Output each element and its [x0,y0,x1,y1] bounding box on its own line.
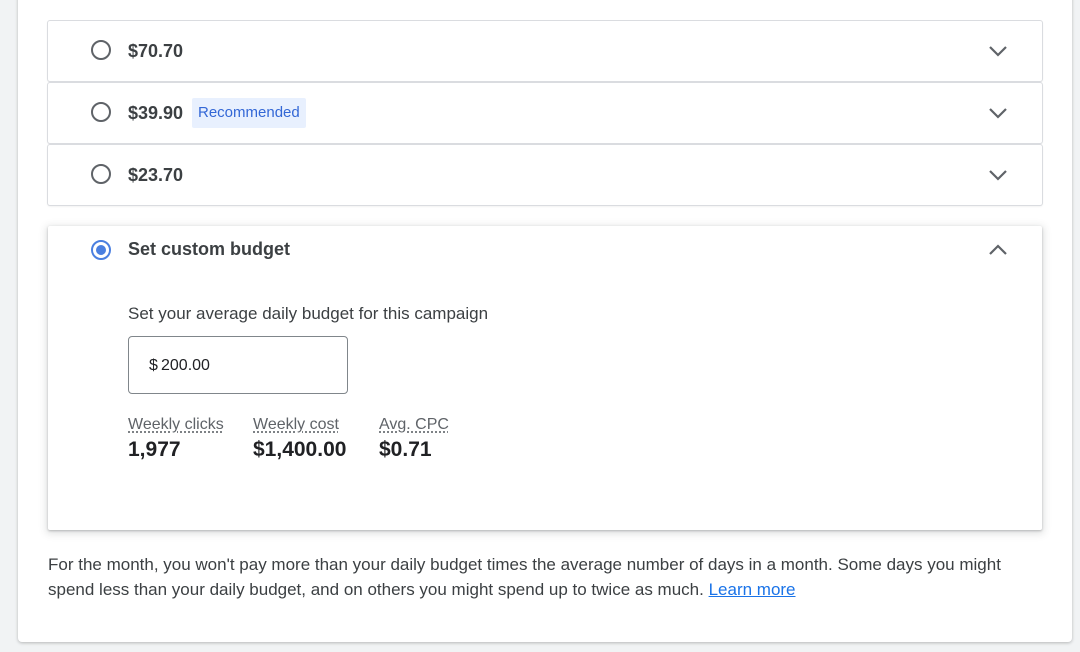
metric-value: $0.71 [379,438,432,461]
currency-symbol: $ [149,357,158,374]
footnote-text: For the month, you won't pay more than y… [48,555,1001,599]
radio-button[interactable] [91,102,111,122]
chevron-down-icon[interactable] [986,101,1010,125]
chevron-up-icon[interactable] [986,238,1010,262]
radio-button[interactable] [91,164,111,184]
metric-label[interactable]: Weekly cost [253,416,346,434]
metric-label[interactable]: Avg. CPC [379,416,449,434]
chevron-down-icon[interactable] [986,163,1010,187]
budget-option-amount: $23.70 [128,165,184,185]
custom-budget-label: Set custom budget [128,239,291,259]
chevron-down-icon[interactable] [986,39,1010,63]
budget-option-amount: $39.90 [128,103,184,123]
budget-option-70-70[interactable]: $70.70 [48,21,1042,81]
metric-weekly-clicks: Weekly clicks 1,977 [128,416,224,462]
metric-avg-cpc: Avg. CPC $0.71 [379,416,449,462]
budget-footnote: For the month, you won't pay more than y… [48,552,1038,602]
metric-weekly-cost: Weekly cost $1,400.00 [253,416,346,462]
daily-budget-field[interactable]: $ [128,336,348,394]
budget-option-39-90[interactable]: $39.90 Recommended [48,83,1042,143]
radio-button[interactable] [91,40,111,60]
metric-value: $1,400.00 [253,438,347,461]
learn-more-link[interactable]: Learn more [709,580,796,599]
budget-option-amount: $70.70 [128,41,184,61]
budget-option-23-70[interactable]: $23.70 [48,145,1042,205]
metric-label[interactable]: Weekly clicks [128,416,224,434]
custom-budget-panel: Set custom budget Set your average daily… [48,226,1042,530]
recommended-badge: Recommended [192,98,306,128]
daily-budget-input[interactable] [161,355,331,377]
budget-instruction: Set your average daily budget for this c… [128,304,489,323]
custom-budget-header[interactable]: Set custom budget [48,226,1042,276]
metric-value: 1,977 [128,438,181,461]
radio-button-selected[interactable] [91,240,111,260]
